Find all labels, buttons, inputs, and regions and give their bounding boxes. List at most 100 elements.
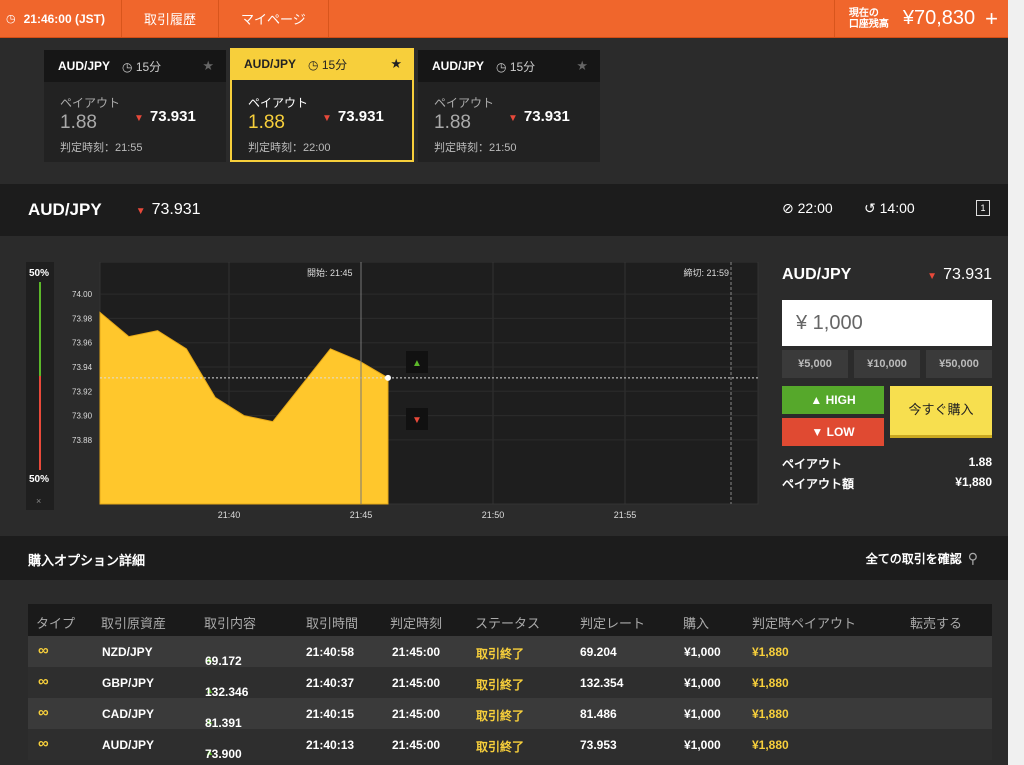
row-time: 21:40:15 [306,707,355,721]
table-row[interactable]: ∞ GBP/JPY ▲ 132.346 21:40:37 21:45:00 取引終了 132.… [28,667,992,699]
card-payout-label: ペイアウト [60,96,121,110]
start-time-label: 開始: 21:45 [307,267,353,278]
view-all-trades-link[interactable]: 全ての取引を確認 ⚲ [866,550,978,567]
card-duration: ◷ 15分 [496,59,536,74]
down-arrow-icon: ▼ [508,113,518,124]
row-judge-time: 21:45:00 [392,738,441,752]
card-payout-label: ペイアウト [248,96,309,110]
purchase-details-header: 購入オプション詳細 全ての取引を確認 ⚲ [0,536,1008,580]
sentiment-gauge: 50% 50% × [26,262,54,510]
quick-amount-10000[interactable]: ¥10,000 [854,350,920,378]
current-rate-dot [385,374,391,381]
row-payout: ¥1,880 [752,707,789,721]
card-pair: AUD/JPY [432,59,485,73]
row-buy: ¥1,000 [684,738,721,752]
chart-y-ticks: 74.00 73.98 73.96 73.94 73.92 73.90 73.88 [72,290,93,445]
high-button[interactable]: ▲ HIGH [782,386,884,414]
row-asset: NZD/JPY [102,645,153,659]
card-judge-time: 判定時刻：22:00 [248,142,331,154]
x-tick-label: 21:55 [614,510,637,520]
trade-type-icon: ∞ [38,642,49,659]
x-tick-label: 21:40 [218,510,241,520]
y-tick-label: 73.92 [72,387,93,396]
row-buy: ¥1,000 [684,707,721,721]
table-row[interactable]: ∞ AUD/JPY ▲ 73.900 21:40:13 21:45:00 取引終了 73.95… [28,729,992,761]
quick-amount-50000[interactable]: ¥50,000 [926,350,992,378]
clock-time: 21:46:00 (JST) [23,11,105,26]
payout-row: ペイアウト 1.88 [782,455,992,471]
down-arrow-icon: ▼ [134,113,144,124]
asset-card[interactable]: AUD/JPY ◷ 15分 ★ ペイアウト 1.88 ▼ 73.931 判定時刻：21… [44,50,226,162]
asset-card[interactable]: AUD/JPY ◷ 15分 ★ ペイアウト 1.88 ▼ 73.931 判定時刻：21… [418,50,600,162]
gauge-high-percent: 50% [29,268,50,279]
up-arrow-icon: ▲ [412,358,422,369]
history-icon: ↺ [864,200,876,216]
row-judge-time: 21:45:00 [392,645,441,659]
close-icon[interactable]: × [36,496,41,506]
up-arrow-icon: ▲ [810,393,826,407]
search-icon: ⚲ [967,550,978,566]
chart-high-marker[interactable]: ▲ [406,351,428,373]
trade-type-icon: ∞ [38,704,49,721]
row-payout: ¥1,880 [752,645,789,659]
nav-trade-history[interactable]: 取引履歴 [122,0,220,37]
balance-label: 現在の 口座残高 [848,7,889,30]
card-rate: ▼ 73.931 [322,108,384,125]
low-button[interactable]: ▼ LOW [782,418,884,446]
buy-now-button[interactable]: 今すぐ購入 [890,386,992,438]
chart-low-marker[interactable]: ▼ [406,408,428,430]
y-tick-label: 73.96 [72,339,93,348]
table-row[interactable]: ∞ CAD/JPY ▲ 81.391 21:40:15 21:45:00 取引終了 81.48… [28,698,992,730]
row-payout: ¥1,880 [752,738,789,752]
row-rate: 69.204 [580,645,617,659]
trades-table: タイプ 取引原資産 取引内容 取引時間 判定時刻 ステータス 判定レート 購入 … [28,604,992,761]
down-arrow-icon: ▼ [322,113,332,124]
table-row[interactable]: ∞ NZD/JPY ▲ 69.172 21:40:58 21:45:00 取引終了 69.20… [28,636,992,668]
row-status: 取引終了 [476,740,525,754]
y-tick-label: 73.88 [72,436,93,445]
asset-card-active[interactable]: AUD/JPY ◷ 15分 ★ ペイアウト 1.88 ▼ 73.931 判定時刻：22… [230,48,414,162]
row-rate: 81.486 [580,707,617,721]
card-pair: AUD/JPY [58,59,111,73]
card-judge-time: 判定時刻：21:50 [434,142,517,154]
card-rate: ▼ 73.931 [508,108,570,125]
gauge-low-percent: 50% [29,474,50,485]
down-arrow-icon: ▼ [811,425,827,439]
y-tick-label: 73.98 [72,314,93,323]
y-tick-label: 73.94 [72,363,93,372]
asset-rate: ▼ 73.931 [135,201,201,218]
down-arrow-icon: ▼ [412,415,422,426]
panel-pair: AUD/JPY [782,266,852,283]
star-icon[interactable]: ★ [202,58,214,74]
row-judge-time: 21:45:00 [392,676,441,690]
amount-input[interactable] [782,300,992,346]
row-status: 取引終了 [476,678,525,692]
x-tick-label: 21:50 [482,510,505,520]
account-balance: 現在の 口座残高 ¥70,830 + [833,0,1008,37]
card-payout: 1.88 [60,112,97,133]
y-tick-label: 74.00 [72,290,93,299]
nav-my-page[interactable]: マイページ [219,0,329,37]
expiry-time: ⊘ 22:00 [782,200,833,216]
balance-amount: ¥70,830 [902,7,976,29]
quick-amount-5000[interactable]: ¥5,000 [782,350,848,378]
chart-x-ticks: 21:40 21:45 21:50 21:55 [218,510,637,520]
star-icon[interactable]: ★ [390,56,402,72]
row-status: 取引終了 [476,709,525,723]
row-asset: AUD/JPY [102,738,155,752]
y-tick-label: 73.90 [72,412,93,421]
card-pair: AUD/JPY [244,57,297,71]
section-title: 購入オプション詳細 [28,553,146,568]
down-arrow-icon: ▼ [927,271,938,282]
card-rate: ▼ 73.931 [134,108,196,125]
gauge-high-bar [39,282,41,376]
expand-icon[interactable]: 1 [976,200,990,216]
panel-rate: ▼ 73.931 [927,266,992,283]
price-chart[interactable]: 74.00 73.98 73.96 73.94 73.92 73.90 73.88 21:4… [60,262,760,524]
row-payout: ¥1,880 [752,676,789,690]
deposit-plus-icon[interactable]: + [985,6,998,32]
row-status: 取引終了 [476,647,525,661]
card-payout: 1.88 [248,112,285,133]
row-time: 21:40:58 [306,645,355,659]
star-icon[interactable]: ★ [576,58,588,74]
